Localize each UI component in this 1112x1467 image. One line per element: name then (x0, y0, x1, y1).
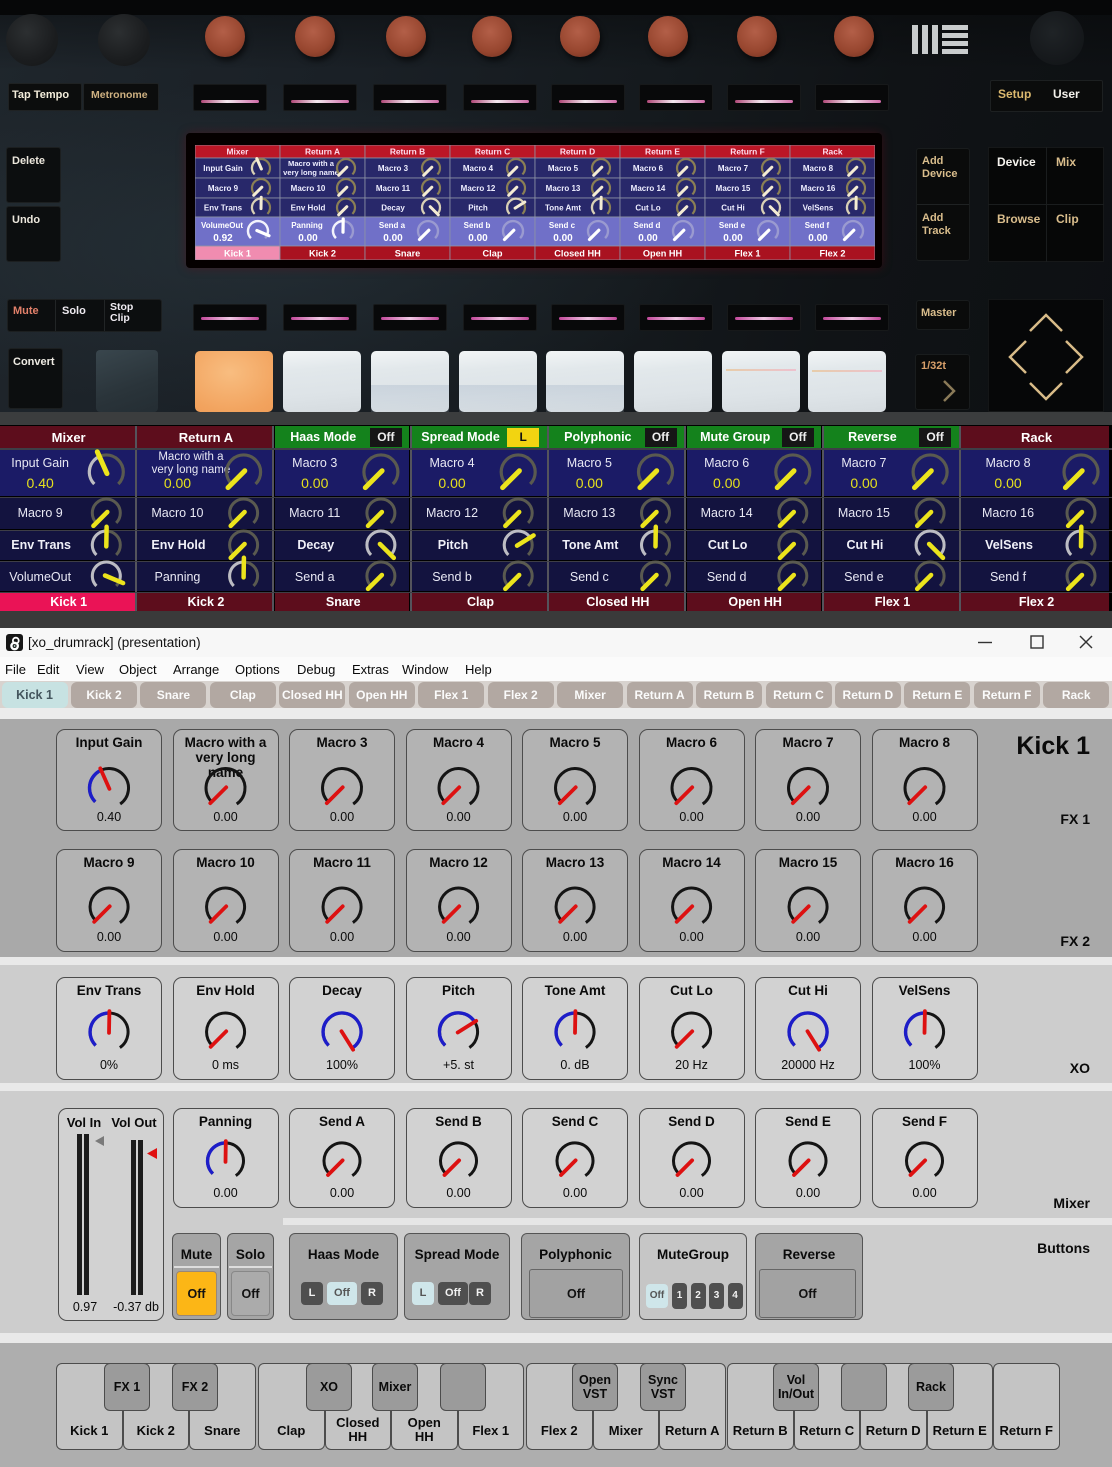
svg-text:Send e: Send e (719, 221, 746, 230)
svg-text:Send c: Send c (549, 221, 576, 230)
svg-text:0.00: 0.00 (723, 233, 743, 244)
svg-text:Flex 2: Flex 2 (819, 249, 845, 259)
svg-text:Macro 6: Macro 6 (633, 164, 664, 173)
svg-text:Env Hold: Env Hold (291, 204, 326, 213)
svg-text:VelSens: VelSens (803, 204, 834, 213)
svg-text:Macro 3: Macro 3 (378, 164, 409, 173)
svg-text:0.92: 0.92 (213, 233, 233, 244)
svg-text:Open HH: Open HH (643, 249, 683, 259)
svg-text:Return D: Return D (560, 147, 595, 157)
svg-text:Macro with a: Macro with a (288, 159, 335, 168)
svg-text:Send b: Send b (464, 221, 491, 230)
svg-text:Closed HH: Closed HH (554, 249, 601, 259)
svg-text:very long name: very long name (283, 168, 339, 177)
svg-text:Macro 5: Macro 5 (548, 164, 579, 173)
svg-text:Cut Lo: Cut Lo (635, 204, 660, 213)
svg-text:Tone Amt: Tone Amt (545, 204, 581, 213)
svg-text:Rack: Rack (822, 147, 842, 157)
svg-text:0.00: 0.00 (383, 233, 403, 244)
svg-text:Input Gain: Input Gain (203, 164, 243, 173)
svg-text:Macro 16: Macro 16 (801, 184, 836, 193)
svg-text:Send a: Send a (379, 221, 406, 230)
svg-text:Flex 1: Flex 1 (734, 249, 760, 259)
svg-text:0.00: 0.00 (298, 233, 318, 244)
svg-text:Macro 15: Macro 15 (716, 184, 751, 193)
svg-text:Return B: Return B (390, 147, 425, 157)
svg-text:Send d: Send d (634, 221, 661, 230)
svg-text:Macro 14: Macro 14 (631, 184, 666, 193)
svg-text:Return A: Return A (305, 147, 340, 157)
svg-text:Macro 10: Macro 10 (291, 184, 326, 193)
svg-text:Send f: Send f (805, 221, 830, 230)
svg-text:0.00: 0.00 (468, 233, 488, 244)
svg-text:VolumeOut: VolumeOut (201, 221, 243, 230)
svg-text:Return C: Return C (475, 147, 510, 157)
svg-text:Env Trans: Env Trans (204, 204, 243, 213)
svg-text:Decay: Decay (381, 204, 405, 213)
svg-text:0.00: 0.00 (808, 233, 828, 244)
svg-text:Pitch: Pitch (468, 204, 488, 213)
svg-text:Snare: Snare (395, 249, 421, 259)
svg-text:Macro 13: Macro 13 (546, 184, 581, 193)
svg-text:Panning: Panning (291, 221, 323, 230)
svg-text:Return F: Return F (730, 147, 764, 157)
svg-text:Macro 11: Macro 11 (376, 184, 411, 193)
svg-text:Macro 12: Macro 12 (461, 184, 496, 193)
svg-text:Kick 1: Kick 1 (224, 249, 251, 259)
svg-text:Macro 4: Macro 4 (463, 164, 494, 173)
svg-text:Macro 8: Macro 8 (803, 164, 834, 173)
svg-text:0.00: 0.00 (638, 233, 658, 244)
svg-text:Macro 9: Macro 9 (208, 184, 239, 193)
svg-text:Mixer: Mixer (227, 147, 250, 157)
svg-text:Kick 2: Kick 2 (309, 249, 336, 259)
svg-text:Return E: Return E (645, 147, 680, 157)
svg-text:0.00: 0.00 (553, 233, 573, 244)
svg-text:Macro 7: Macro 7 (718, 164, 749, 173)
svg-text:Clap: Clap (483, 249, 503, 259)
svg-text:Cut Hi: Cut Hi (721, 204, 745, 213)
